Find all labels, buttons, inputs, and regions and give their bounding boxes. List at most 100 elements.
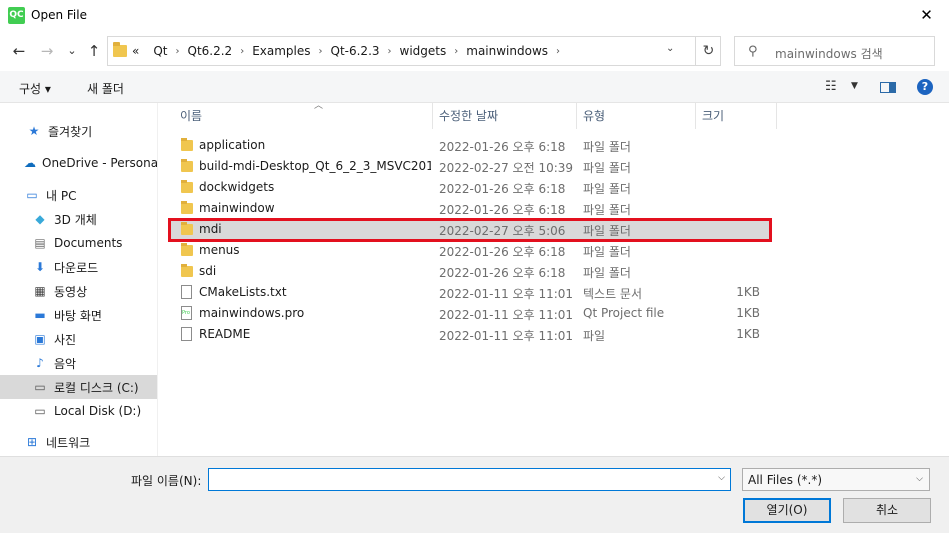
- file-row[interactable]: mainwindow 2022-01-26 오후 6:18 파일 폴더: [168, 198, 770, 219]
- chevron-right-icon[interactable]: ›: [454, 46, 458, 57]
- sidebar-item-3d-objects[interactable]: ◆ 3D 개체: [0, 207, 157, 231]
- open-button[interactable]: 열기(O): [743, 498, 831, 523]
- sidebar-item-label: 다운로드: [54, 260, 99, 275]
- file-type: 파일 폴더: [583, 203, 631, 217]
- new-folder-button[interactable]: 새 폴더: [87, 80, 124, 97]
- file-row[interactable]: menus 2022-01-26 오후 6:18 파일 폴더: [168, 240, 770, 261]
- column-header-date[interactable]: 수정한 날짜: [433, 103, 577, 129]
- sidebar-item-onedrive[interactable]: ☁ OneDrive - Personal: [0, 151, 158, 175]
- sidebar-item-label: 즐겨찾기: [48, 124, 93, 139]
- sidebar-item-label: 3D 개체: [54, 212, 97, 227]
- column-header-size[interactable]: 크기: [696, 103, 777, 129]
- file-type: 파일 폴더: [583, 140, 631, 154]
- picture-icon: ▣: [34, 332, 46, 346]
- back-button[interactable]: ←: [8, 40, 30, 62]
- chevron-down-icon[interactable]: ⌄: [666, 43, 674, 54]
- sidebar-item-label: 음악: [54, 356, 77, 371]
- file-icon: [181, 327, 192, 341]
- file-type-select[interactable]: All Files (*.*) ⌵: [742, 468, 930, 491]
- file-size: 1KB: [736, 306, 760, 320]
- chevron-right-icon[interactable]: ›: [388, 46, 392, 57]
- up-button[interactable]: ↑: [83, 40, 105, 62]
- sidebar-item-this-pc[interactable]: ▭ 내 PC: [0, 183, 157, 207]
- sidebar-item-downloads[interactable]: ⬇ 다운로드: [0, 255, 157, 279]
- sidebar-item-documents[interactable]: ▤ Documents: [0, 231, 157, 255]
- refresh-button[interactable]: ↻: [695, 37, 721, 65]
- filename-input[interactable]: ⌵: [208, 468, 731, 491]
- organize-button[interactable]: 구성 ▾: [19, 80, 51, 97]
- chevron-down-icon[interactable]: ▼: [851, 81, 858, 91]
- file-name: dockwidgets: [199, 180, 275, 194]
- column-header-label: 유형: [583, 109, 606, 123]
- breadcrumb-item[interactable]: Qt: [153, 44, 167, 58]
- sidebar-item-label: OneDrive - Personal: [42, 156, 158, 170]
- chevron-right-icon[interactable]: ›: [176, 46, 180, 57]
- sort-ascending-icon: ︿: [314, 101, 324, 111]
- file-row[interactable]: application 2022-01-26 오후 6:18 파일 폴더: [168, 135, 770, 156]
- file-date: 2022-01-11 오후 11:01: [439, 287, 574, 301]
- sidebar-item-network[interactable]: ⊞ 네트워크: [0, 430, 157, 454]
- breadcrumb-overflow[interactable]: «: [132, 44, 139, 58]
- file-date: 2022-01-11 오후 11:01: [439, 329, 574, 343]
- column-header-type[interactable]: 유형: [577, 103, 696, 129]
- file-name: application: [199, 138, 266, 152]
- sidebar-item-music[interactable]: ♪ 음악: [0, 351, 157, 375]
- recent-locations-button[interactable]: ⌄: [61, 40, 83, 62]
- chevron-right-icon[interactable]: ›: [556, 46, 560, 57]
- breadcrumb: « Qt › Qt6.2.2 › Examples › Qt-6.2.3 › w…: [132, 44, 568, 58]
- chevron-right-icon[interactable]: ›: [319, 46, 323, 57]
- sidebar-item-local-disk-c[interactable]: ▭ 로컬 디스크 (C:): [0, 375, 157, 399]
- file-row[interactable]: dockwidgets 2022-01-26 오후 6:18 파일 폴더: [168, 177, 770, 198]
- file-date: 2022-01-26 오후 6:18: [439, 140, 566, 154]
- network-icon: ⊞: [26, 435, 38, 449]
- address-bar[interactable]: « Qt › Qt6.2.2 › Examples › Qt-6.2.3 › w…: [107, 36, 721, 66]
- breadcrumb-item[interactable]: widgets: [400, 44, 447, 58]
- sidebar-item-quick-access[interactable]: ★ 즐겨찾기: [0, 119, 157, 143]
- file-row[interactable]: CMakeLists.txt 2022-01-11 오후 11:01 텍스트 문…: [168, 282, 770, 303]
- breadcrumb-item[interactable]: Qt6.2.2: [188, 44, 233, 58]
- file-name: build-mdi-Desktop_Qt_6_2_3_MSVC201...: [199, 159, 431, 173]
- file-date: 2022-01-26 오후 6:18: [439, 203, 566, 217]
- search-input[interactable]: ⚲ mainwindows 검색: [734, 36, 935, 66]
- sidebar-item-local-disk-d[interactable]: ▭ Local Disk (D:): [0, 399, 157, 423]
- file-row[interactable]: README 2022-01-11 오후 11:01 파일 1KB: [168, 324, 770, 345]
- file-row[interactable]: mainwindows.pro 2022-01-11 오후 11:01 Qt P…: [168, 303, 770, 324]
- close-button[interactable]: ✕: [904, 0, 949, 31]
- sidebar-item-label: 네트워크: [46, 435, 91, 450]
- text-file-icon: [181, 285, 192, 299]
- cancel-button[interactable]: 취소: [843, 498, 931, 523]
- sidebar-item-label: 바탕 화면: [54, 308, 102, 323]
- video-icon: ▦: [34, 284, 46, 298]
- filename-label: 파일 이름(N):: [131, 474, 202, 488]
- breadcrumb-item[interactable]: Examples: [252, 44, 310, 58]
- sidebar-item-videos[interactable]: ▦ 동영상: [0, 279, 157, 303]
- qt-project-icon: [181, 306, 192, 320]
- desktop-icon: ▬: [34, 308, 46, 322]
- file-name: CMakeLists.txt: [199, 285, 287, 299]
- file-name: README: [199, 327, 251, 341]
- file-list: ︿ 이름 수정한 날짜 유형 크기 application 2022-01-26…: [158, 101, 949, 456]
- sidebar-item-desktop[interactable]: ▬ 바탕 화면: [0, 303, 157, 327]
- file-type: 파일 폴더: [583, 266, 631, 280]
- preview-pane-icon[interactable]: [880, 82, 896, 93]
- sidebar-item-label: Local Disk (D:): [54, 404, 142, 418]
- sidebar-item-label: Documents: [54, 236, 123, 250]
- column-header-name[interactable]: ︿ 이름: [174, 101, 433, 129]
- file-row[interactable]: build-mdi-Desktop_Qt_6_2_3_MSVC201... 20…: [168, 156, 770, 177]
- breadcrumb-item[interactable]: Qt-6.2.3: [331, 44, 380, 58]
- navigation-bar: ← → ⌄ ↑ « Qt › Qt6.2.2 › Examples › Qt-6…: [0, 31, 949, 71]
- breadcrumb-item[interactable]: mainwindows: [466, 44, 548, 58]
- forward-button[interactable]: →: [36, 40, 58, 62]
- file-date: 2022-01-11 오후 11:01: [439, 308, 574, 322]
- view-options-icon[interactable]: ☷: [825, 79, 837, 94]
- folder-icon: [181, 180, 193, 193]
- sidebar-item-pictures[interactable]: ▣ 사진: [0, 327, 157, 351]
- pc-icon: ▭: [26, 188, 38, 202]
- command-toolbar: 구성 ▾ 새 폴더 ☷ ▼ ?: [0, 71, 949, 103]
- chevron-down-icon[interactable]: ⌵: [718, 473, 725, 483]
- file-type: 파일: [583, 329, 606, 343]
- chevron-right-icon[interactable]: ›: [240, 46, 244, 57]
- help-icon[interactable]: ?: [917, 79, 933, 95]
- document-icon: ▤: [34, 236, 46, 250]
- file-row[interactable]: sdi 2022-01-26 오후 6:18 파일 폴더: [168, 261, 770, 282]
